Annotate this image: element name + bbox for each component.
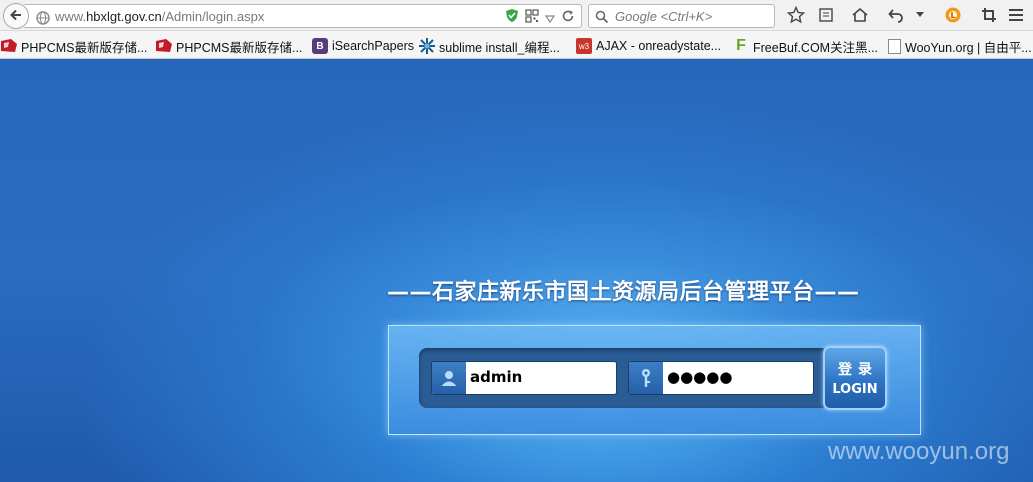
bookmark-freebuf[interactable]: F FreeBuf.COM关注黑...	[733, 37, 879, 55]
phpcms-favicon	[156, 38, 172, 54]
username-value: admin	[470, 368, 523, 386]
login-panel: admin ●●●●● 登录 LOGIN	[388, 325, 921, 435]
freebuf-favicon: F	[736, 37, 746, 54]
url-text: www.hbxlgt.gov.cn/Admin/login.aspx	[55, 9, 264, 24]
password-value: ●●●●●	[667, 368, 733, 386]
bookmark-label: AJAX - onreadystate...	[596, 39, 722, 53]
username-field[interactable]: admin	[431, 361, 617, 395]
url-path: /Admin/login.aspx	[161, 9, 265, 24]
search-placeholder: Google <Ctrl+K>	[615, 9, 713, 24]
password-field[interactable]: ●●●●●	[628, 361, 814, 395]
reading-list-icon[interactable]	[816, 5, 836, 25]
login-button-label-cn: 登录	[838, 362, 878, 378]
bookmark-sublime[interactable]: sublime install_编程...	[419, 38, 560, 55]
bookmark-label: WooYun.org | 自由平...	[905, 40, 1032, 55]
bookmark-ajax[interactable]: w3 AJAX - onreadystate...	[576, 38, 721, 54]
bookmark-star-icon[interactable]	[786, 5, 806, 25]
url-host: hbxlgt.gov.cn	[86, 9, 162, 24]
bookmark-phpcms-2[interactable]: PHPCMS最新版存储...	[156, 38, 303, 55]
user-icon	[432, 362, 466, 394]
svg-text:L: L	[950, 11, 955, 20]
shield-icon[interactable]	[505, 8, 519, 27]
login-page: ——石家庄新乐市国土资源局后台管理平台—— admin ●●●●● 登录 LOG…	[0, 59, 1033, 482]
undo-icon[interactable]	[886, 5, 906, 25]
crop-icon[interactable]	[979, 5, 999, 25]
browser-toolbar: www.hbxlgt.gov.cn/Admin/login.aspx Googl…	[0, 0, 1033, 31]
page-title: ——石家庄新乐市国土资源局后台管理平台——	[387, 280, 860, 305]
blank-page-favicon	[888, 38, 901, 54]
sublime-favicon	[419, 38, 435, 54]
bookmark-label: PHPCMS最新版存储...	[21, 40, 148, 55]
back-arrow-icon	[9, 7, 23, 26]
bootstrap-favicon: B	[312, 38, 328, 54]
undo-menu-chevron-icon[interactable]	[910, 5, 930, 25]
watermark: www.wooyun.org	[828, 438, 1010, 465]
url-prefix: www.	[55, 9, 87, 24]
bookmark-phpcms-1[interactable]: PHPCMS最新版存储...	[1, 38, 148, 55]
bookmark-wooyun[interactable]: WooYun.org | 自由平...	[888, 38, 1032, 55]
bookmark-label: iSearchPapers	[332, 39, 414, 53]
login-button-label-en: LOGIN	[832, 382, 878, 397]
bookmark-label: sublime install_编程...	[439, 40, 560, 55]
url-bar-icons	[505, 8, 575, 27]
menu-icon[interactable]	[1006, 5, 1026, 25]
bookmarks-toolbar: PHPCMS最新版存储... PHPCMS最新版存储... B iSearchP…	[0, 31, 1033, 59]
reload-icon[interactable]	[561, 8, 575, 27]
key-icon	[629, 362, 663, 394]
home-icon[interactable]	[850, 5, 870, 25]
dropdown-arrow-icon[interactable]	[544, 8, 556, 27]
addon-icon[interactable]: L	[943, 5, 963, 25]
phpcms-favicon	[1, 38, 17, 54]
login-form: admin ●●●●●	[419, 348, 829, 408]
qrcode-icon[interactable]	[525, 8, 539, 27]
search-bar[interactable]: Google <Ctrl+K>	[588, 4, 775, 28]
url-bar[interactable]: www.hbxlgt.gov.cn/Admin/login.aspx	[24, 4, 582, 28]
login-button[interactable]: 登录 LOGIN	[823, 346, 887, 410]
bookmark-label: PHPCMS最新版存储...	[176, 40, 303, 55]
bookmark-isearchpapers[interactable]: B iSearchPapers	[312, 38, 414, 54]
bookmark-label: FreeBuf.COM关注黑...	[753, 40, 879, 55]
w3-favicon: w3	[576, 38, 592, 54]
search-icon	[595, 9, 609, 28]
back-button[interactable]	[3, 3, 29, 29]
globe-icon	[36, 10, 50, 29]
